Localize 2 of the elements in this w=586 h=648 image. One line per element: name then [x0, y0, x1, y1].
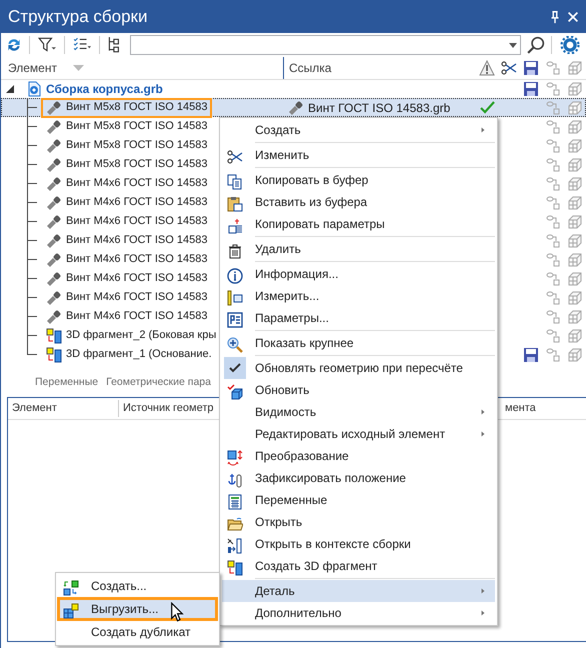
- link-text: Винт ГОСТ ISO 14583.grb: [308, 100, 450, 116]
- window-title: Структура сборки: [8, 6, 148, 28]
